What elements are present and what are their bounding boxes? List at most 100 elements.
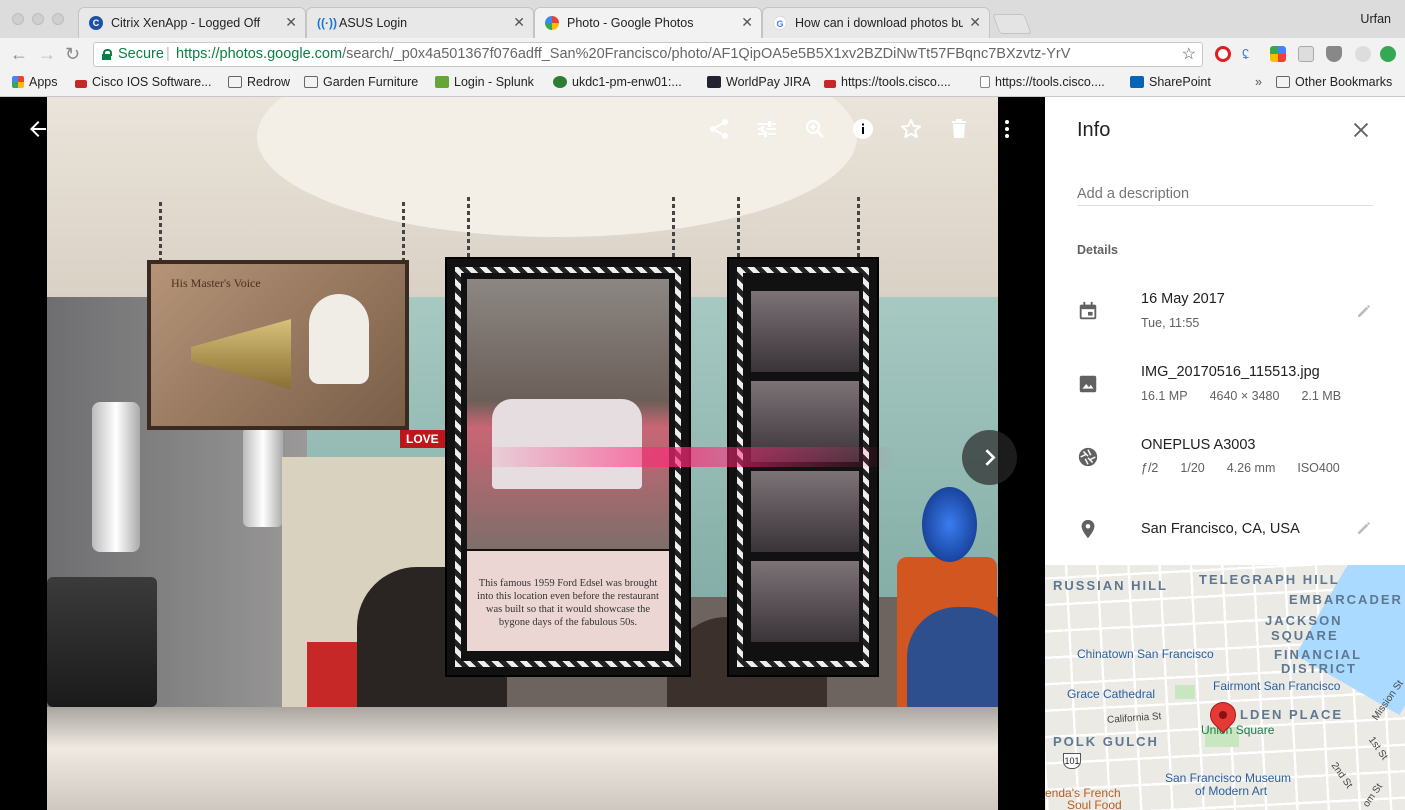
gramophone-horn (191, 319, 291, 389)
shield-extension-icon[interactable] (1326, 46, 1342, 62)
zoom-icon[interactable] (803, 117, 827, 141)
close-icon[interactable] (1350, 119, 1372, 141)
map-poi-label: Union Square (1201, 723, 1275, 737)
camera-specs: ƒ/2 1/20 4.26 mm ISO400 (1141, 461, 1362, 475)
bookmark-ukdc1[interactable]: ukdc1-pm-enw01:... (553, 75, 682, 89)
map-area-label: TELEGRAPH HILL (1199, 572, 1340, 587)
bookmark-star-icon[interactable]: ☆ (1182, 43, 1196, 66)
shutter-speed: 1/20 (1180, 461, 1205, 475)
page-icon (980, 76, 990, 88)
site-icon (553, 76, 567, 88)
tab-strip: C Citrix XenApp - Logged Off ✕ ((·)) ASU… (0, 0, 1405, 38)
photo-light-column (243, 427, 283, 527)
car-figure (492, 399, 642, 489)
cisco-icon (75, 80, 87, 88)
favorite-star-icon[interactable] (899, 117, 923, 141)
url-path: /search/_p0x4a501367f076adff_San%20Franc… (342, 46, 1071, 62)
info-icon[interactable] (851, 117, 875, 141)
bookmark-label: WorldPay JIRA (726, 75, 811, 89)
circle-extension-icon[interactable] (1355, 46, 1371, 62)
window-minimize-button[interactable] (32, 13, 44, 25)
edit-date-pencil-icon[interactable] (1355, 302, 1373, 320)
bookmark-label: SharePoint (1149, 75, 1211, 89)
edit-location-pencil-icon[interactable] (1355, 519, 1373, 537)
bookmark-splunk[interactable]: Login - Splunk (435, 75, 534, 89)
bookmark-cisco-ios[interactable]: Cisco IOS Software... (75, 75, 211, 89)
address-bar[interactable]: Secure | https://photos.google.com/searc… (93, 42, 1203, 67)
secure-label: Secure (118, 46, 164, 62)
folder-icon (1276, 76, 1290, 88)
more-bookmarks-button[interactable]: » (1255, 75, 1262, 89)
film-frame (749, 469, 861, 554)
board-caption: This famous 1959 Ford Edsel was brought … (467, 551, 669, 651)
photo-file-specs: 16.1 MP 4640 × 3480 2.1 MB (1141, 389, 1363, 403)
tab-close-icon[interactable]: ✕ (741, 14, 753, 31)
bookmark-other[interactable]: Other Bookmarks (1276, 75, 1392, 89)
tab-close-icon[interactable]: ✕ (285, 14, 297, 31)
bookmark-tools-cisco-2[interactable]: https://tools.cisco.... (980, 75, 1105, 89)
delete-icon[interactable] (947, 117, 971, 141)
details-heading: Details (1077, 243, 1118, 257)
opera-extension-icon[interactable] (1215, 46, 1231, 62)
new-tab-button[interactable] (992, 14, 1032, 34)
bookmark-label: https://tools.cisco.... (841, 75, 951, 89)
more-options-icon[interactable] (995, 117, 1019, 141)
bookmark-label: ukdc1-pm-enw01:... (572, 75, 682, 89)
love-sign: LOVE (400, 430, 445, 448)
info-title: Info (1077, 119, 1111, 141)
translate-extension-icon[interactable]: ʢ (1242, 46, 1258, 62)
back-arrow-icon[interactable] (26, 117, 50, 141)
tab-google-search[interactable]: G How can i download photos bu ✕ (762, 7, 990, 38)
window-zoom-button[interactable] (52, 13, 64, 25)
back-button[interactable]: ← (10, 44, 28, 65)
photo-chain (467, 197, 470, 257)
window-close-button[interactable] (12, 13, 24, 25)
reload-button[interactable]: ↻ (65, 44, 80, 65)
location-map[interactable]: RUSSIAN HILL TELEGRAPH HILL EMBARCADER J… (1045, 565, 1405, 810)
bookmark-apps[interactable]: Apps (12, 75, 58, 89)
next-photo-button[interactable] (962, 430, 1017, 485)
photo-day-time: Tue, 11:55 (1141, 316, 1200, 330)
bookmark-tools-cisco-1[interactable]: https://tools.cisco.... (824, 75, 951, 89)
chrome-extension-icon[interactable] (1270, 46, 1286, 62)
jira-icon (707, 76, 721, 88)
wifi-icon: ((·)) (317, 16, 337, 30)
description-input[interactable] (1077, 182, 1373, 206)
bookmark-redrow[interactable]: Redrow (228, 75, 290, 89)
map-area-label: SQUARE (1271, 628, 1339, 643)
edit-adjust-icon[interactable] (755, 117, 779, 141)
megapixels: 16.1 MP (1141, 389, 1188, 403)
chart-extension-icon[interactable] (1298, 46, 1314, 62)
bookmark-label: Redrow (247, 75, 291, 89)
tab-close-icon[interactable]: ✕ (513, 14, 525, 31)
calendar-icon (1079, 301, 1097, 320)
bookmarks-bar: Apps Cisco IOS Software... Redrow Garden… (0, 70, 1405, 97)
sign-title: His Master's Voice (171, 276, 261, 290)
map-area-label: FINANCIAL (1274, 647, 1363, 662)
focal-length: 4.26 mm (1226, 461, 1276, 475)
tab-label: Photo - Google Photos (567, 16, 694, 30)
aperture-icon (1078, 447, 1098, 467)
lock-icon (102, 49, 112, 60)
tab-citrix[interactable]: C Citrix XenApp - Logged Off ✕ (78, 7, 306, 38)
share-icon[interactable] (707, 117, 731, 141)
photo-toaster (47, 577, 157, 707)
filesize: 2.1 MB (1301, 389, 1342, 403)
chevron-right-icon (985, 449, 996, 466)
map-area-label: JACKSON (1265, 613, 1343, 628)
image-icon (1079, 375, 1097, 393)
photo-filename: IMG_20170516_115513.jpg (1141, 364, 1320, 380)
bookmark-sharepoint[interactable]: SharePoint (1130, 75, 1211, 89)
bookmark-label: Apps (29, 75, 58, 89)
bookmark-garden-furniture[interactable]: Garden Furniture (304, 75, 418, 89)
bookmark-worldpay-jira[interactable]: WorldPay JIRA (707, 75, 811, 89)
tab-close-icon[interactable]: ✕ (969, 14, 981, 31)
tab-label: Citrix XenApp - Logged Off (111, 16, 261, 30)
profile-name[interactable]: Urfan (1360, 12, 1391, 26)
update-extension-icon[interactable] (1380, 46, 1396, 62)
film-frame (749, 289, 861, 374)
tab-asus[interactable]: ((·)) ASUS Login ✕ (306, 7, 534, 38)
tab-google-photos[interactable]: Photo - Google Photos ✕ (534, 7, 762, 38)
photo-image: His Master's Voice LOVE This famous 1959… (47, 97, 998, 810)
forward-button[interactable]: → (38, 44, 56, 65)
